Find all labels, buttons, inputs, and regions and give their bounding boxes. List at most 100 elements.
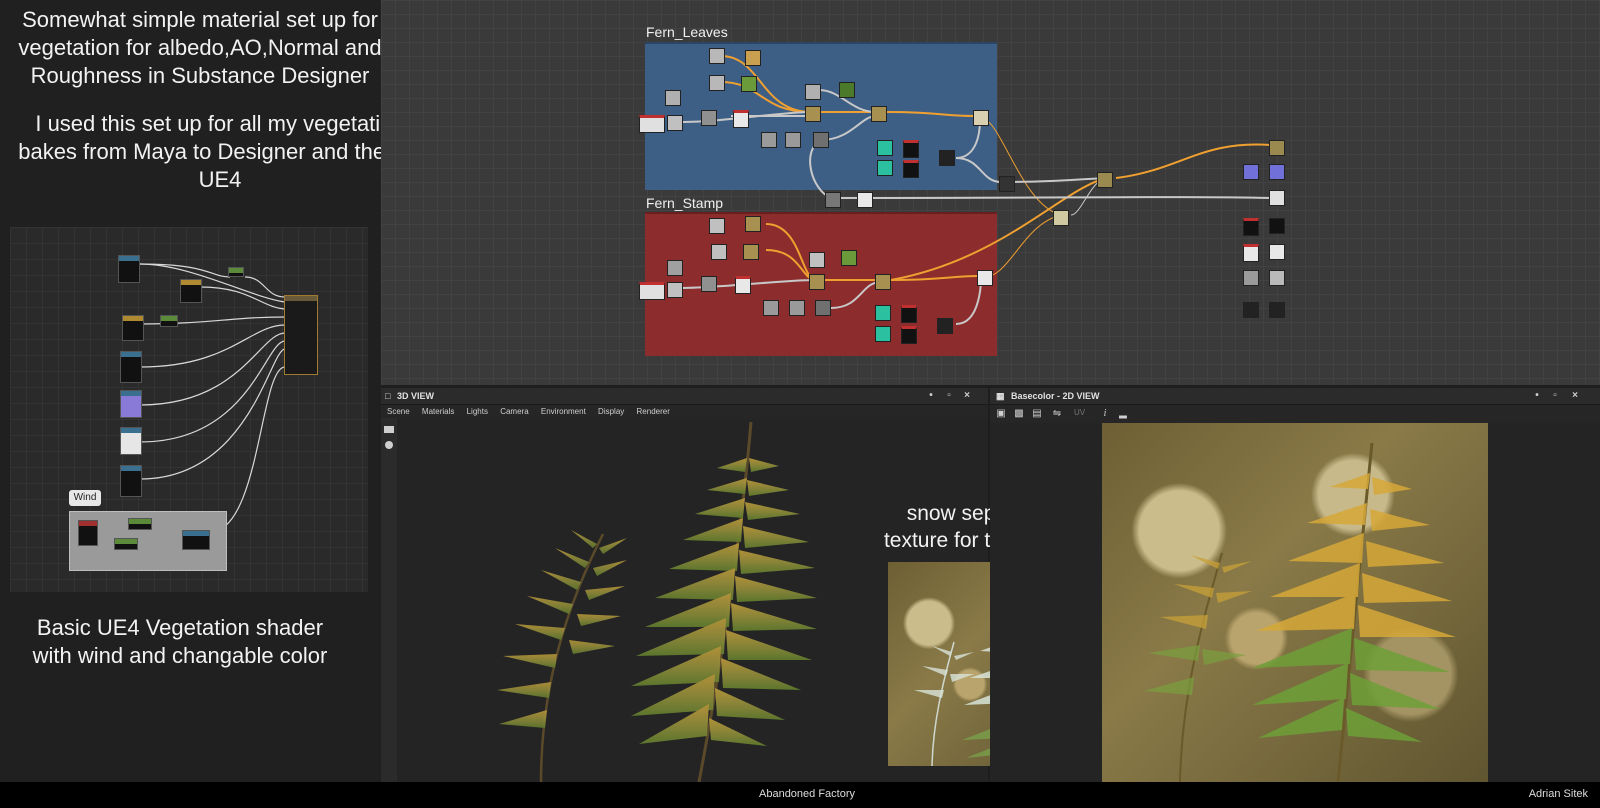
graph-node[interactable] <box>903 160 919 178</box>
graph-node[interactable] <box>977 270 993 286</box>
uv-toggle[interactable]: UV <box>1074 408 1085 417</box>
ue-node[interactable] <box>120 427 142 455</box>
graph-node[interactable] <box>839 82 855 98</box>
menu-environment[interactable]: Environment <box>541 407 586 416</box>
graph-node[interactable] <box>875 326 891 342</box>
graph-output-node[interactable] <box>1243 302 1259 318</box>
ue-node[interactable] <box>122 315 144 341</box>
graph-node[interactable] <box>709 48 725 64</box>
graph-node[interactable] <box>665 90 681 106</box>
ue-node[interactable] <box>182 530 210 550</box>
graph-node[interactable] <box>805 84 821 100</box>
graph-node[interactable] <box>789 300 805 316</box>
graph-node[interactable] <box>701 110 717 126</box>
graph-node[interactable] <box>903 140 919 158</box>
graph-output-node[interactable] <box>1243 244 1259 262</box>
graph-node[interactable] <box>711 244 727 260</box>
graph-node[interactable] <box>937 318 953 334</box>
menu-camera[interactable]: Camera <box>500 407 528 416</box>
menu-lights[interactable]: Lights <box>467 407 488 416</box>
graph-output-node[interactable] <box>1269 218 1285 234</box>
graph-output-node[interactable] <box>1269 270 1285 286</box>
substance-graph-view[interactable]: Fern_Leaves Fern_Stamp <box>381 0 1600 385</box>
save-icon[interactable]: ▩ <box>1014 409 1024 419</box>
graph-node[interactable] <box>901 326 917 344</box>
copy-icon[interactable]: ▣ <box>996 409 1006 419</box>
close-icon[interactable]: × <box>962 391 972 401</box>
graph-node[interactable] <box>813 132 829 148</box>
menu-scene[interactable]: Scene <box>387 407 410 416</box>
channels-icon[interactable]: ⇋ <box>1052 409 1062 419</box>
ue-node[interactable] <box>78 520 98 546</box>
graph-node[interactable] <box>701 276 717 292</box>
graph-node[interactable] <box>875 274 891 290</box>
graph-node[interactable] <box>901 305 917 323</box>
graph-node[interactable] <box>939 150 955 166</box>
graph-node[interactable] <box>735 276 751 294</box>
close-icon[interactable]: × <box>1570 391 1580 401</box>
graph-node[interactable] <box>733 110 749 128</box>
graph-node[interactable] <box>639 282 665 300</box>
menu-renderer[interactable]: Renderer <box>637 407 670 416</box>
graph-node[interactable] <box>763 300 779 316</box>
graph-node[interactable] <box>857 192 873 208</box>
graph-node[interactable] <box>639 115 665 133</box>
3d-view-title: 3D VIEW <box>396 391 434 401</box>
graph-node[interactable] <box>667 282 683 298</box>
graph-node[interactable] <box>877 160 893 176</box>
graph-node[interactable] <box>785 132 801 148</box>
basecolor-texture[interactable] <box>1102 423 1488 782</box>
graph-node[interactable] <box>1053 210 1069 226</box>
ue-node[interactable] <box>228 267 244 277</box>
pin-icon[interactable]: • <box>1532 391 1542 401</box>
ue-node[interactable] <box>120 351 142 383</box>
menu-materials[interactable]: Materials <box>422 407 454 416</box>
graph-node[interactable] <box>741 76 757 92</box>
histogram-icon[interactable]: ▂ <box>1118 409 1128 419</box>
ue-node[interactable] <box>120 465 142 497</box>
export-icon[interactable]: ▤ <box>1032 409 1042 419</box>
graph-node[interactable] <box>805 106 821 122</box>
graph-node[interactable] <box>809 252 825 268</box>
graph-output-node[interactable] <box>1269 190 1285 206</box>
graph-node[interactable] <box>1097 172 1113 188</box>
graph-node[interactable] <box>667 115 683 131</box>
graph-node[interactable] <box>709 218 725 234</box>
graph-node[interactable] <box>841 250 857 266</box>
graph-node[interactable] <box>745 50 761 66</box>
graph-node[interactable] <box>973 110 989 126</box>
graph-output-node[interactable] <box>1243 218 1259 236</box>
graph-node[interactable] <box>825 192 841 208</box>
graph-output-node[interactable] <box>1269 244 1285 260</box>
graph-node[interactable] <box>709 75 725 91</box>
graph-node[interactable] <box>745 216 761 232</box>
float-icon[interactable]: ▫ <box>944 391 954 401</box>
ue-node[interactable] <box>128 518 152 530</box>
graph-node[interactable] <box>875 305 891 321</box>
graph-node[interactable] <box>761 132 777 148</box>
ue-node[interactable] <box>118 255 140 283</box>
graph-node[interactable] <box>871 106 887 122</box>
2d-view-panel[interactable]: ▦ Basecolor - 2D VIEW • ▫ × ▣ ▩ ▤ ⇋ UV i… <box>990 388 1600 782</box>
graph-output-node[interactable] <box>1269 140 1285 156</box>
ue-node[interactable] <box>114 538 138 550</box>
ue-node[interactable] <box>160 315 178 327</box>
graph-node[interactable] <box>877 140 893 156</box>
ue-node[interactable] <box>120 390 142 418</box>
graph-node[interactable] <box>809 274 825 290</box>
graph-node[interactable] <box>667 260 683 276</box>
wind-comment-box[interactable] <box>69 511 227 571</box>
menu-display[interactable]: Display <box>598 407 624 416</box>
graph-node[interactable] <box>999 176 1015 192</box>
ue-material-output-node[interactable] <box>284 295 318 375</box>
info-icon[interactable]: i <box>1100 409 1110 419</box>
graph-output-node[interactable] <box>1269 164 1285 180</box>
graph-output-node[interactable] <box>1243 164 1259 180</box>
pin-icon[interactable]: • <box>926 391 936 401</box>
graph-output-node[interactable] <box>1243 270 1259 286</box>
ue-node[interactable] <box>180 279 202 303</box>
float-icon[interactable]: ▫ <box>1550 391 1560 401</box>
graph-node[interactable] <box>815 300 831 316</box>
graph-node[interactable] <box>743 244 759 260</box>
graph-output-node[interactable] <box>1269 302 1285 318</box>
